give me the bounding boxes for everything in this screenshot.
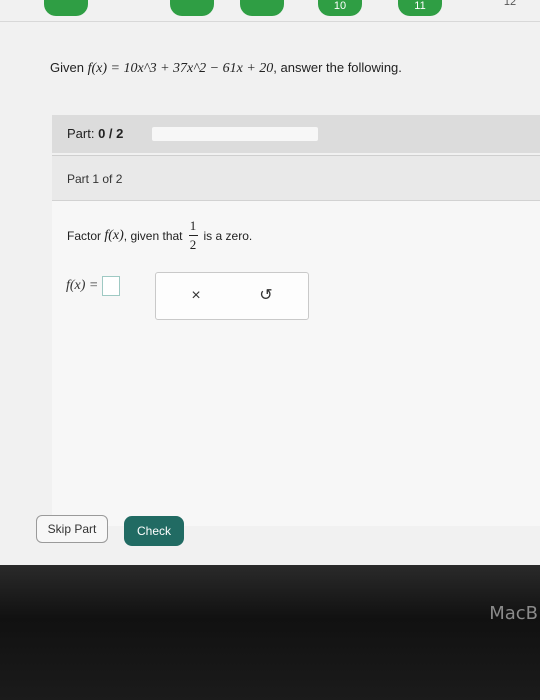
part-value: 0 / 2 [98,126,124,141]
function-definition: f(x) = 10x^3 + 37x^2 − 61x + 20 [87,61,274,76]
question-func: f(x) [104,227,124,243]
question-middle: , given that [123,228,183,243]
part-counter: Part: 0 / 2 [67,126,123,141]
undo-icon: ↺ [259,287,273,304]
check-button[interactable]: Check [124,516,184,546]
close-icon: × [191,287,201,304]
question-card: Part 1 of 2 Factor f(x), given that 1 2 … [52,155,540,526]
question-prompt: Given f(x) = 10x^3 + 37x^2 − 61x + 20, a… [50,60,402,77]
subpart-header: Part 1 of 2 [52,156,540,201]
question-button-label: 11 [414,0,426,12]
part-progress-bar: Part: 0 / 2 [52,115,540,153]
undo-button[interactable]: ↺ [256,286,276,306]
clear-button[interactable]: × [186,286,206,306]
fraction: 1 2 [188,218,198,253]
answer-label: f(x) = [66,278,99,293]
answer-row: f(x) = [66,276,121,296]
question-button-label: 10 [333,0,347,12]
progress-track [152,127,318,141]
brand-text: MacB [489,603,538,624]
question-button-12[interactable]: 12 [495,0,525,10]
laptop-bezel: MacB [0,565,540,700]
question-button-10[interactable]: 10 [318,0,362,16]
skip-part-button[interactable]: Skip Part [36,515,108,543]
fraction-denominator: 2 [189,237,197,252]
question-button-2[interactable] [170,0,214,16]
part-label: Part: [67,126,95,141]
answer-input[interactable] [102,276,121,296]
divider [0,21,540,22]
question-navigation: 10 11 12 [0,0,540,22]
question-lead: Factor [67,228,102,243]
answer-tools: × ↺ [155,272,309,320]
app-screen: 10 11 12 Given f(x) = 10x^3 + 37x^2 − 61… [0,0,540,565]
question-button-11[interactable]: 11 [398,0,442,16]
fraction-numerator: 1 [189,218,197,233]
fraction-bar [188,235,198,236]
subpart-label: Part 1 of 2 [67,172,123,186]
question-trail: is a zero. [203,228,253,243]
question-button-1[interactable] [44,0,88,16]
question-button-3[interactable] [240,0,284,16]
prompt-trail: , answer the following. [273,60,402,75]
question-text: Factor f(x), given that 1 2 is a zero. [67,218,252,253]
prompt-lead: Given [50,60,84,75]
